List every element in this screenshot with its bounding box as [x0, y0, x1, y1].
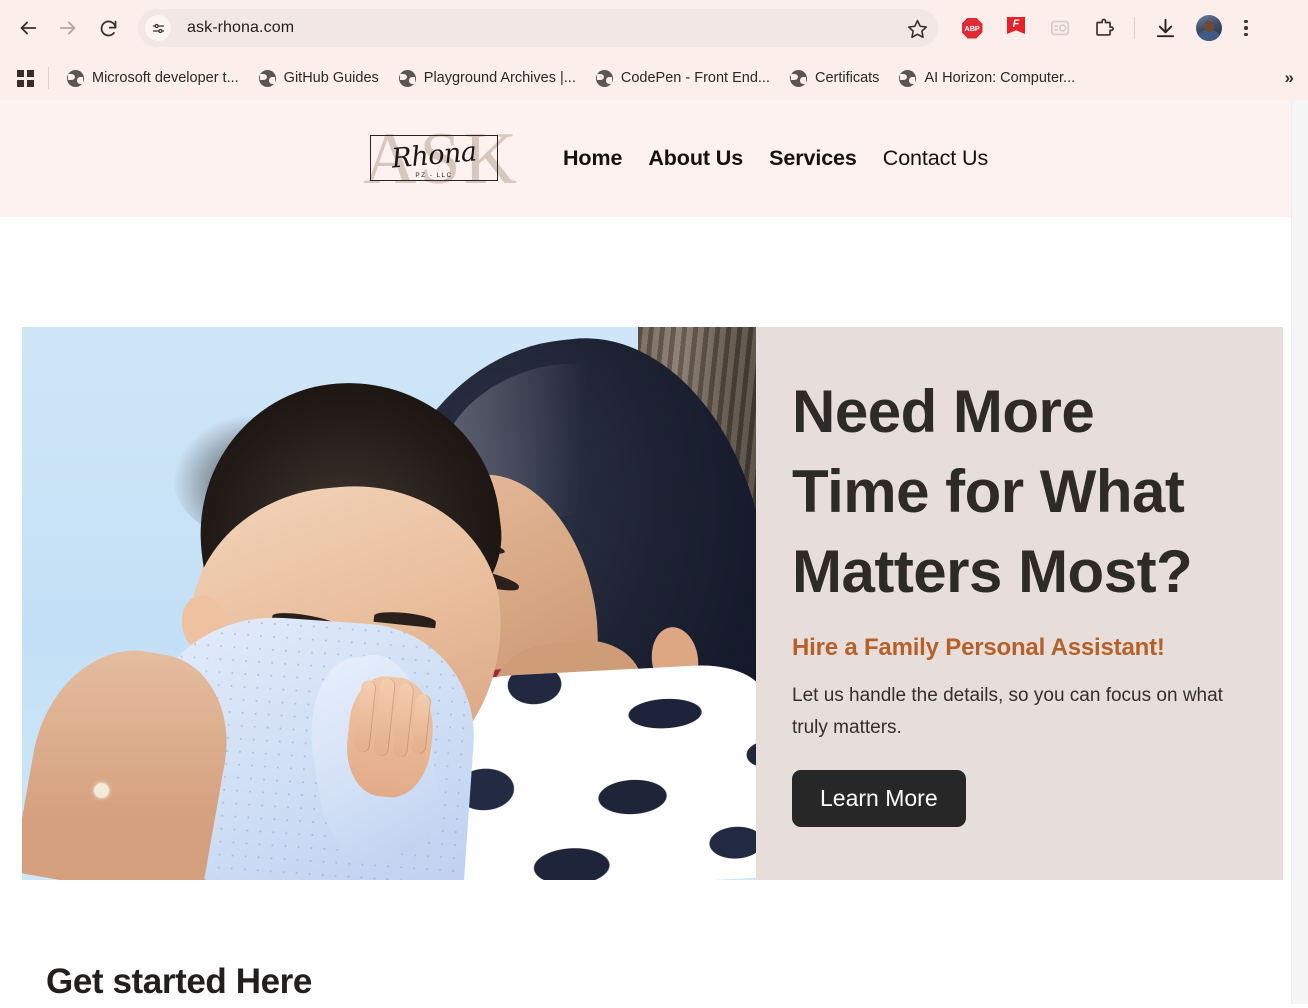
browser-menu-button[interactable] — [1231, 13, 1261, 43]
get-started-section: Get started Here I am interested in: — [0, 880, 1291, 1004]
bookmarks-overflow-button[interactable]: » — [1285, 68, 1294, 88]
avatar — [1196, 15, 1222, 41]
flag-extension-button[interactable]: F — [999, 11, 1033, 45]
bookmark-label: Playground Archives |... — [423, 70, 576, 86]
disabled-extension-icon — [1050, 20, 1070, 36]
hero-heading-line-2: Time for What — [792, 458, 1185, 525]
reload-icon — [100, 20, 116, 36]
bookmark-item[interactable]: GitHub Guides — [251, 66, 387, 91]
hero-heading-line-3: Matters Most? — [792, 538, 1193, 605]
mother-ring — [94, 783, 109, 798]
forward-button[interactable] — [48, 8, 88, 48]
globe-icon — [899, 69, 917, 87]
page-scrollbar[interactable] — [1291, 100, 1308, 1004]
bookmark-item[interactable]: AI Horizon: Computer... — [891, 66, 1083, 91]
globe-icon — [258, 69, 276, 87]
bookmarks-divider — [48, 67, 49, 89]
back-button[interactable] — [8, 8, 48, 48]
bookmark-label: Microsoft developer t... — [92, 70, 239, 86]
bookmark-item[interactable]: Playground Archives |... — [391, 66, 584, 91]
downloads-button[interactable] — [1148, 11, 1182, 45]
url-text[interactable]: ask-rhona.com — [171, 19, 902, 37]
bookmark-label: AI Horizon: Computer... — [924, 70, 1076, 86]
extensions-puzzle-button[interactable] — [1087, 11, 1121, 45]
adblock-plus-extension-button[interactable]: ABP — [955, 11, 989, 45]
globe-icon — [789, 69, 807, 87]
three-dot-menu-icon — [1244, 19, 1248, 24]
bookmark-star-button[interactable] — [902, 13, 932, 43]
forward-arrow-icon — [59, 21, 76, 35]
bookmark-label: Certificats — [814, 70, 880, 86]
extensions-area: ABP F — [950, 11, 1261, 45]
site-settings-icon — [152, 23, 164, 33]
nav-item-contact-us[interactable]: Contact Us — [883, 146, 988, 171]
page-viewport: ASK Rhona PZ - LLC Home About Us Service… — [0, 100, 1308, 1004]
nav-item-services[interactable]: Services — [769, 146, 857, 171]
globe-icon — [398, 69, 416, 87]
nav-item-about-us[interactable]: About Us — [648, 146, 743, 171]
hero-image — [22, 327, 756, 880]
get-started-title: Get started Here — [46, 962, 312, 1001]
flag-icon: F — [1006, 17, 1026, 39]
hero-text-panel: Need More Time for What Matters Most? Hi… — [756, 327, 1283, 880]
logo-subtitle-text: PZ - LLC — [415, 171, 453, 179]
profile-button[interactable] — [1192, 11, 1226, 45]
reload-button[interactable] — [88, 8, 128, 48]
puzzle-piece-icon — [1096, 18, 1114, 36]
back-arrow-icon — [20, 21, 37, 35]
globe-icon — [67, 69, 84, 87]
browser-toolbar: ask-rhona.com ABP F — [0, 0, 1308, 56]
bookmark-item[interactable]: Certificats — [782, 66, 887, 91]
globe-icon — [595, 69, 613, 87]
bookmark-apps-button[interactable] — [10, 63, 40, 93]
site-settings-button[interactable] — [145, 15, 171, 41]
disabled-extension-button[interactable] — [1043, 11, 1077, 45]
hero-section: Need More Time for What Matters Most? Hi… — [22, 327, 1283, 880]
site-logo[interactable]: ASK Rhona PZ - LLC — [363, 118, 517, 200]
download-icon — [1156, 18, 1174, 37]
hero-body-text: Let us handle the details, so you can fo… — [792, 685, 1223, 738]
bookmark-label: CodePen - Front End... — [620, 70, 770, 86]
toolbar-divider — [1134, 17, 1135, 39]
bookmarks-bar: Microsoft developer t... GitHub Guides P… — [0, 56, 1308, 100]
star-icon — [907, 19, 927, 38]
hero-subheading: Hire a Family Personal Assistant! — [792, 634, 1165, 661]
site-navigation: Home About Us Services Contact Us — [563, 146, 988, 171]
address-bar[interactable]: ask-rhona.com — [138, 9, 938, 47]
flag-icon-letter: F — [1007, 17, 1025, 34]
hero-heading-line-1: Need More — [792, 378, 1095, 445]
learn-more-button[interactable]: Learn More — [792, 770, 966, 827]
bookmark-item[interactable]: CodePen - Front End... — [588, 66, 778, 91]
nav-item-home[interactable]: Home — [563, 146, 622, 171]
site-header: ASK Rhona PZ - LLC Home About Us Service… — [0, 100, 1308, 217]
bookmark-label: GitHub Guides — [283, 70, 379, 86]
browser-chrome: ask-rhona.com ABP F Microsoft developer … — [0, 0, 1308, 100]
bookmark-apps-grid-icon — [16, 69, 34, 87]
adblock-plus-icon: ABP — [961, 17, 983, 39]
bookmark-item[interactable]: Microsoft developer t... — [59, 66, 247, 91]
hero-heading: Need More Time for What Matters Most? — [792, 372, 1243, 612]
